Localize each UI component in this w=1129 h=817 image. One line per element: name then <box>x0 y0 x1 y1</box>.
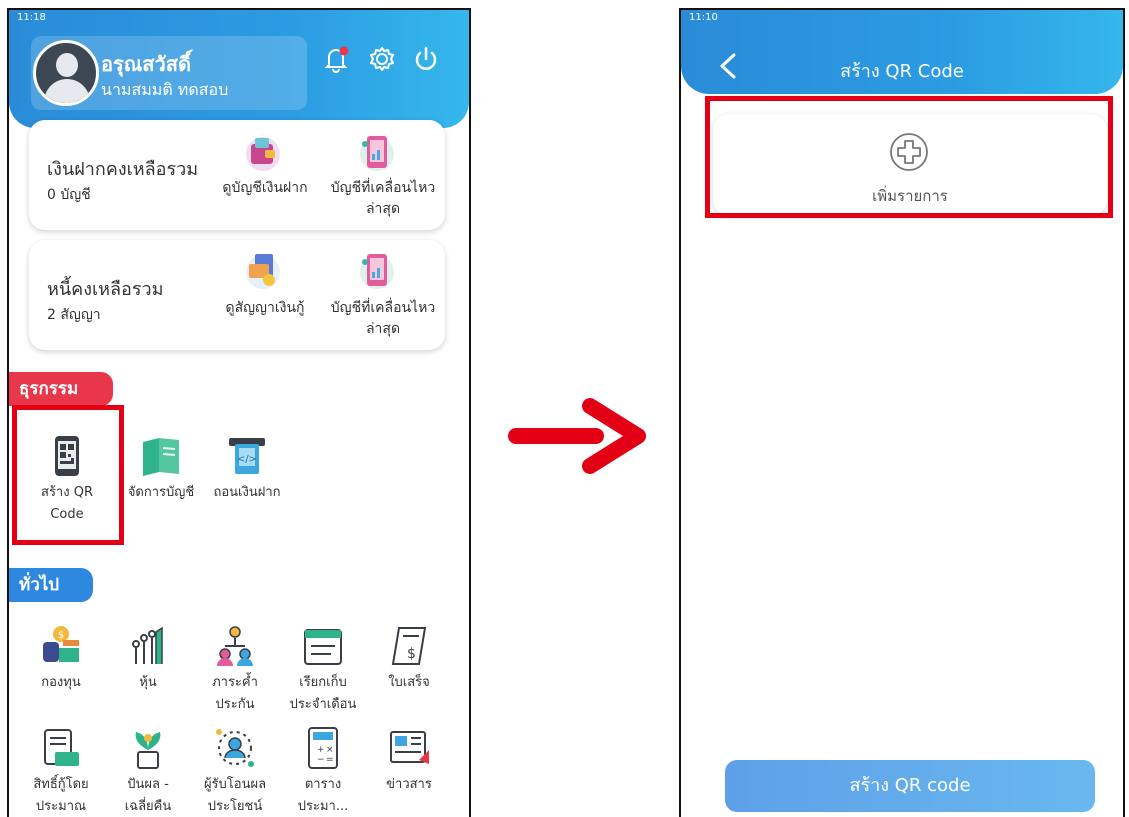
svg-text:</>: </> <box>237 454 257 465</box>
menu-receipt[interactable]: $ ใบเสร็จ <box>365 624 453 694</box>
newspaper-icon <box>390 731 429 764</box>
menu-manage-accounts[interactable]: จัดการบัญชี <box>117 434 205 504</box>
deposit-account-count: 0 บัญชี <box>47 187 91 203</box>
plant-dividend-icon <box>135 732 161 769</box>
view-deposit-accounts-link[interactable]: ดูบัญชีเงินฝาก <box>221 178 309 199</box>
user-name: นามสมมติ ทดสอบ <box>101 80 229 99</box>
highlight-create-qr <box>12 405 124 545</box>
menu-monthly-billing[interactable]: เรียกเก็บ ประจำเดือน <box>279 624 367 716</box>
loan-contract-count: 2 สัญญา <box>47 307 101 323</box>
recent-movement-link[interactable]: บัญชีที่เคลื่อนไหว ล่าสุด <box>325 298 441 340</box>
avatar[interactable] <box>33 40 99 106</box>
account-book-icon <box>143 438 179 476</box>
bell-icon[interactable] <box>321 44 351 74</box>
stock-growth-icon <box>132 626 163 664</box>
user-greeting: อรุณสวัสดิ์ <box>101 52 191 76</box>
arrow-right-icon <box>508 398 646 474</box>
svg-text:=: = <box>326 755 334 765</box>
svg-text:$: $ <box>58 630 64 641</box>
menu-news[interactable]: ข่าวสาร <box>365 726 453 796</box>
loan-summary-card: หนี้คงเหลือรวม 2 สัญญา ดูสัญญาเงินกู้ บั… <box>29 240 445 350</box>
recent-movement-link[interactable]: บัญชีที่เคลื่อนไหว ล่าสุด <box>325 178 441 220</box>
menu-stock[interactable]: หุ้น <box>104 624 192 694</box>
power-icon[interactable] <box>411 44 441 74</box>
svg-text:+: + <box>317 745 325 755</box>
create-qr-screen: 11:10 สร้าง QR Code เพิ่มรายการ สร้าง QR… <box>679 8 1125 817</box>
transactions-section-tag: ธุรกรรม <box>9 372 113 406</box>
menu-beneficiary[interactable]: ผู้รับโอนผล ประโยชน์ <box>191 726 279 817</box>
view-loan-contracts-link[interactable]: ดูสัญญาเงินกู้ <box>219 298 311 319</box>
calendar-bill-icon <box>304 629 342 665</box>
deposit-summary-card: เงินฝากคงเหลือรวม 0 บัญชี ดูบัญชีเงินฝาก… <box>29 120 445 230</box>
deposit-total-title: เงินฝากคงเหลือรวม <box>47 159 199 180</box>
gear-icon[interactable] <box>367 44 397 74</box>
menu-guarantor[interactable]: ภาระค้ำ ประกัน <box>191 624 279 716</box>
menu-loan-estimate[interactable]: สิทธิ์กู้โดย ประมาณ <box>17 726 105 817</box>
loan-contract-icon[interactable] <box>243 250 283 290</box>
menu-withdraw-deposit[interactable]: </> ถอนเงินฝาก <box>203 434 291 504</box>
movement-chart-icon[interactable] <box>357 132 397 172</box>
menu-fund[interactable]: $ กองทุน <box>17 624 105 694</box>
loan-document-icon <box>44 729 79 766</box>
menu-dividend[interactable]: ปันผล - เฉลี่ยคืน <box>104 726 192 817</box>
atm-withdraw-icon: </> <box>229 438 265 474</box>
beneficiary-icon <box>216 729 254 767</box>
svg-text:−: − <box>317 755 325 765</box>
status-time: 11:18 <box>17 12 46 23</box>
loan-total-title: หนี้คงเหลือรวม <box>47 279 164 300</box>
calculator-icon: + × − = <box>308 727 338 769</box>
general-section-tag: ทั่วไป <box>9 568 93 602</box>
money-bag-icon: $ <box>43 626 79 662</box>
page-title: สร้าง QR Code <box>840 61 964 82</box>
highlight-add-item <box>705 96 1113 218</box>
home-screen: 11:18 อรุณสวัสดิ์ นามสมมติ ทดสอบ เงินฝาก… <box>7 8 471 817</box>
svg-text:$: $ <box>407 646 416 662</box>
status-time: 11:10 <box>689 12 718 23</box>
guarantor-people-icon <box>217 626 253 666</box>
movement-chart-icon[interactable] <box>357 250 397 290</box>
receipt-icon: $ <box>391 627 427 665</box>
menu-schedule[interactable]: + × − = ตาราง ประมา... <box>279 726 367 817</box>
wallet-icon[interactable] <box>243 132 283 172</box>
create-qr-code-button[interactable]: สร้าง QR code <box>725 760 1095 812</box>
svg-text:×: × <box>326 745 334 755</box>
